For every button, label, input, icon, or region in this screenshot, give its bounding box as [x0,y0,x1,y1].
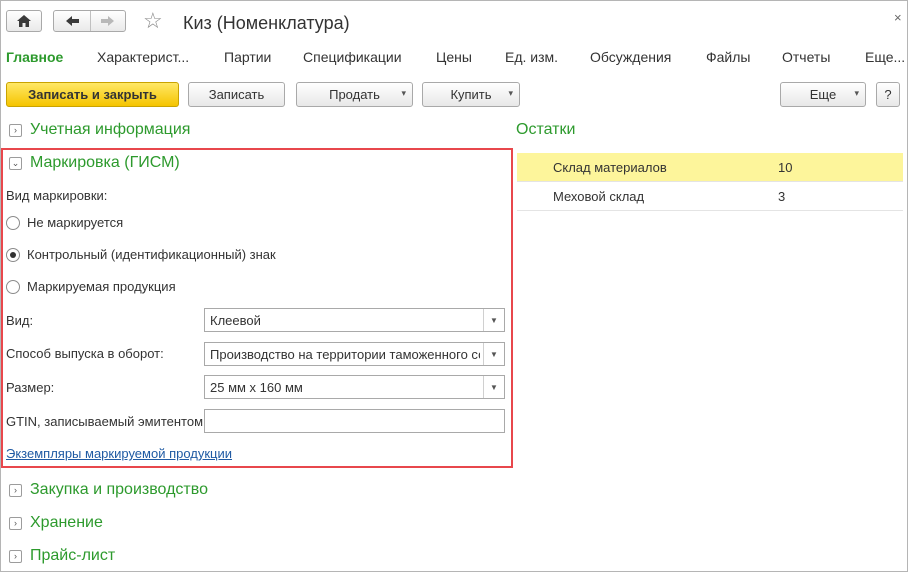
save-and-close-button[interactable]: Записать и закрыть [6,82,179,107]
group-purchase-title[interactable]: Закупка и производство [30,480,208,500]
nav-buttons [53,10,126,32]
buy-label: Купить [450,87,492,102]
sell-button[interactable]: Продать ▾ [296,82,413,107]
forward-button[interactable] [91,11,126,31]
arrow-left-icon [66,16,79,26]
save-label: Записать [208,87,265,102]
tab-characteristics[interactable]: Характерист... [97,48,189,66]
stock-warehouse: Склад материалов [553,160,667,175]
radio-marked-product[interactable] [6,280,20,294]
tab-batches[interactable]: Партии [224,48,271,66]
chevron-down-icon: ▾ [401,88,406,98]
row-divider [517,210,903,211]
close-icon[interactable]: × [894,10,902,25]
radio-marked-product-label[interactable]: Маркируемая продукция [27,279,176,295]
type-value: Клеевой [210,313,261,328]
tab-more[interactable]: Еще... [865,48,905,66]
window-title: Киз (Номенклатура) [183,13,350,33]
stock-warehouse: Меховой склад [553,189,645,204]
help-button[interactable]: ? [876,82,900,107]
chevron-down-icon: ▾ [854,88,859,98]
group-storage-title[interactable]: Хранение [30,513,103,533]
release-select[interactable]: Производство на территории таможенного с… [204,342,505,366]
marking-kind-label: Вид маркировки: [6,188,108,203]
home-button[interactable] [6,10,42,32]
stock-title: Остатки [516,121,576,138]
star-icon[interactable]: ☆ [143,9,163,33]
tab-prices[interactable]: Цены [436,48,472,66]
buy-button[interactable]: Купить ▾ [422,82,520,107]
back-button[interactable] [54,11,91,31]
radio-control-sign[interactable] [6,248,20,262]
arrow-right-icon [101,16,114,26]
expand-icon[interactable]: › [9,550,22,563]
save-button[interactable]: Записать [188,82,285,107]
size-label: Размер: [6,380,55,395]
chevron-down-icon: ▾ [508,88,513,98]
tab-units[interactable]: Ед. изм. [505,48,558,66]
radio-not-marked-label[interactable]: Не маркируется [27,215,123,231]
expand-icon[interactable]: › [9,484,22,497]
tab-files[interactable]: Файлы [706,48,750,66]
size-select[interactable]: 25 мм х 160 мм ▼ [204,375,505,399]
expand-icon[interactable]: › [9,517,22,530]
stock-qty: 3 [778,189,786,204]
sell-label: Продать [329,87,380,102]
tab-reports[interactable]: Отчеты [782,48,830,66]
home-icon [17,15,31,27]
radio-control-sign-label[interactable]: Контрольный (идентификационный) знак [27,247,276,263]
more-button[interactable]: Еще ▾ [780,82,866,107]
release-label: Способ выпуска в оборот: [6,346,164,361]
size-value: 25 мм х 160 мм [210,380,303,395]
radio-not-marked[interactable] [6,216,20,230]
table-row[interactable]: Меховой склад 3 [517,182,903,210]
chevron-down-icon[interactable]: ▼ [483,343,504,365]
save-and-close-label: Записать и закрыть [28,87,157,102]
expand-icon[interactable]: › [9,124,22,137]
gtin-label: GTIN, записываемый эмитентом: [6,414,207,429]
group-marking-title[interactable]: Маркировка (ГИСМ) [30,153,180,173]
release-value: Производство на территории таможенного с… [210,347,480,362]
table-row[interactable]: Склад материалов 10 [517,153,903,181]
marked-products-link[interactable]: Экземпляры маркируемой продукции [6,446,232,461]
chevron-down-icon[interactable]: ▼ [483,309,504,331]
type-select[interactable]: Клеевой ▼ [204,308,505,332]
type-label: Вид: [6,313,34,328]
collapse-icon[interactable]: ⌄ [9,157,22,170]
gtin-input[interactable] [204,409,505,433]
group-pricelist-title[interactable]: Прайс-лист [30,546,115,566]
chevron-down-icon[interactable]: ▼ [483,376,504,398]
group-accounting-title[interactable]: Учетная информация [30,120,190,140]
tab-main[interactable]: Главное [6,48,63,66]
stock-qty: 10 [778,160,793,175]
help-label: ? [884,87,892,102]
tab-specifications[interactable]: Спецификации [303,48,402,66]
more-label: Еще [809,87,837,102]
tab-discussions[interactable]: Обсуждения [590,48,671,66]
